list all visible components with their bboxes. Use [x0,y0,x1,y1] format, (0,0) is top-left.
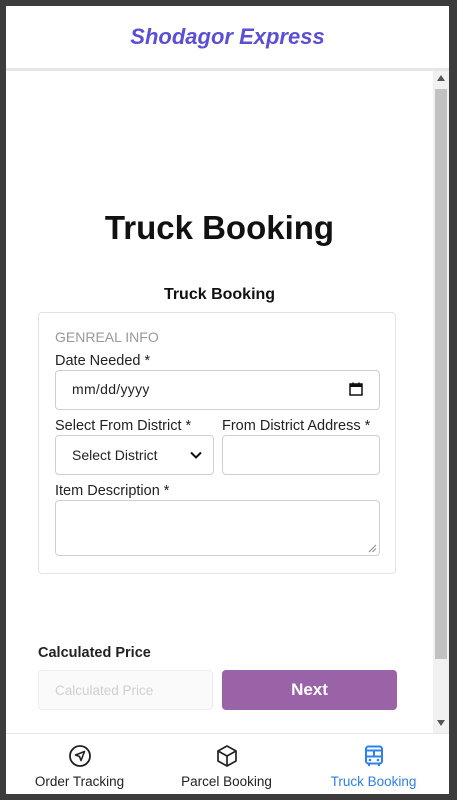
calculated-price-label: Calculated Price [38,645,151,661]
date-needed-input[interactable]: mm/dd/yyyy [55,370,380,410]
brand-title: Shodagor Express [130,24,325,49]
resize-handle-icon[interactable] [368,544,377,553]
box-icon [217,745,237,767]
window-frame: Shodagor Express Truck Booking Truck Boo… [0,0,457,800]
date-label: Date Needed * [55,353,151,369]
from-district-value: Select District [72,447,158,463]
item-description-label: Item Description * [55,483,170,499]
truck-icon [365,745,383,766]
nav-parcel-booking[interactable]: Parcel Booking [153,734,300,794]
vertical-scrollbar[interactable] [433,71,449,733]
app-header: Shodagor Express [6,6,449,71]
nav-truck-booking[interactable]: Truck Booking [300,734,447,794]
date-value: mm/dd/yyyy [72,381,150,397]
from-district-label: Select From District * [55,418,192,434]
chevron-down-icon [190,451,202,459]
item-description-textarea[interactable] [55,500,380,556]
nav-parcel-booking-label: Parcel Booking [181,774,272,789]
from-district-select[interactable]: Select District [55,435,214,475]
scrollbar-thumb[interactable] [435,89,447,659]
calculated-price-input: Calculated Price [38,670,213,710]
group-label: GENREAL INFO [55,329,159,345]
next-button[interactable]: Next [222,670,397,710]
from-address-label: From District Address * [222,418,371,434]
scroll-up-arrow-icon[interactable] [437,75,445,81]
section-title: Truck Booking [163,286,276,303]
nav-order-tracking-label: Order Tracking [34,774,125,789]
from-address-input[interactable] [222,435,380,475]
bottom-navigation: Order Tracking Parcel Booking Truck Book… [6,733,449,794]
calculated-price-placeholder: Calculated Price [55,683,154,698]
main-content: Truck Booking Truck Booking GENREAL INFO… [6,71,433,723]
app-container: Shodagor Express Truck Booking Truck Boo… [6,6,449,794]
navigation-arrow-icon [69,745,91,767]
calendar-icon[interactable] [349,382,363,396]
nav-truck-booking-label: Truck Booking [330,774,417,789]
page-title: Truck Booking [104,209,335,246]
scroll-down-arrow-icon[interactable] [437,720,445,726]
nav-order-tracking[interactable]: Order Tracking [6,734,153,794]
